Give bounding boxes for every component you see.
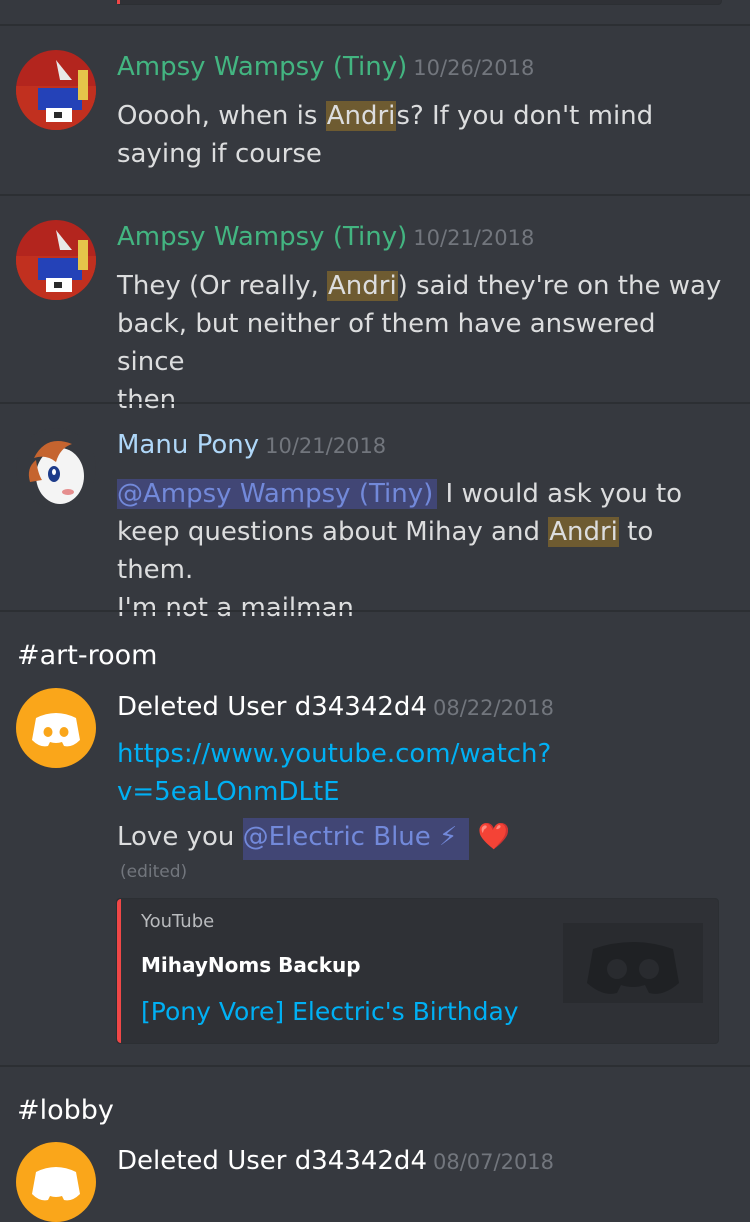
user-mention[interactable]: @Electric Blue ⚡: [242, 818, 470, 860]
message-header: Deleted User d34342d4 08/22/2018: [117, 692, 554, 722]
timestamp: 10/26/2018: [413, 56, 535, 80]
channel-name[interactable]: #lobby: [17, 1095, 114, 1126]
message-content: Love you @Electric Blue ⚡ ❤️: [117, 818, 727, 860]
discord-default-avatar[interactable]: [16, 1142, 96, 1222]
embed-title[interactable]: [Pony Vore] Electric's Birthday: [141, 997, 519, 1026]
embed-thumbnail-icon[interactable]: [563, 923, 703, 1003]
username[interactable]: Deleted User d34342d4: [117, 692, 427, 722]
pixel-avatar[interactable]: [16, 50, 96, 130]
embed-provider[interactable]: YouTube: [141, 911, 214, 932]
timestamp: 10/21/2018: [265, 434, 387, 458]
message-header: Ampsy Wampsy (Tiny) 10/21/2018: [117, 222, 534, 252]
link-embed[interactable]: YouTube MihayNoms Backup [Pony Vore] Ele…: [116, 898, 719, 1044]
message-header: Deleted User d34342d4 08/07/2018: [117, 1146, 554, 1176]
username[interactable]: Deleted User d34342d4: [117, 1146, 427, 1176]
divider: [0, 402, 750, 404]
username[interactable]: Ampsy Wampsy (Tiny): [117, 222, 407, 252]
divider: [0, 24, 750, 26]
username[interactable]: Ampsy Wampsy (Tiny): [117, 52, 407, 82]
timestamp: 10/21/2018: [413, 226, 535, 250]
user-mention[interactable]: @Ampsy Wampsy (Tiny): [117, 479, 438, 509]
divider: [0, 610, 750, 612]
youtube-link[interactable]: https://www.youtube.com/watch?: [117, 739, 551, 769]
embed-author[interactable]: MihayNoms Backup: [141, 953, 361, 977]
message-header: Ampsy Wampsy (Tiny) 10/26/2018: [117, 52, 534, 82]
heart-emoji: ❤️: [477, 822, 510, 852]
discord-default-avatar[interactable]: [16, 688, 96, 768]
search-highlight: Andri: [326, 271, 398, 301]
search-highlight: Andri: [325, 101, 397, 131]
message-content: They (Or really, Andri) said they're on …: [117, 271, 722, 415]
search-highlight: Andri: [548, 517, 619, 547]
message-content: Ooooh, when is Andris? If you don't mind…: [117, 101, 654, 169]
username[interactable]: Manu Pony: [117, 430, 259, 460]
edited-label: (edited): [120, 862, 188, 882]
message-content: @Ampsy Wampsy (Tiny) I would ask you to …: [117, 479, 683, 623]
youtube-link[interactable]: v=5eaLOnmDLtE: [117, 777, 340, 807]
channel-name[interactable]: #art-room: [17, 640, 157, 671]
message-content: https://www.youtube.com/watch? v=5eaLOnm…: [117, 735, 727, 811]
pixel-avatar[interactable]: [16, 220, 96, 300]
timestamp: 08/07/2018: [432, 1150, 555, 1174]
divider: [0, 194, 750, 196]
pony-avatar[interactable]: [16, 428, 96, 508]
previous-embed-edge: [116, 0, 722, 5]
timestamp: 08/22/2018: [432, 696, 555, 720]
divider: [0, 1065, 750, 1067]
message-header: Manu Pony 10/21/2018: [117, 430, 386, 460]
